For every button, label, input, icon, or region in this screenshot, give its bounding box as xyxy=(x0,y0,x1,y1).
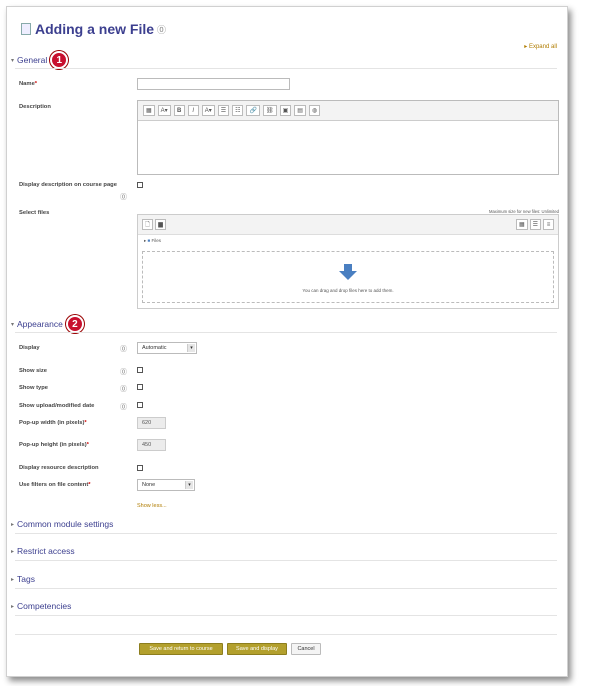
save-display-button[interactable]: Save and display xyxy=(227,643,287,655)
page-title: Adding a new File ⓪ xyxy=(21,21,166,37)
name-input[interactable] xyxy=(137,78,290,90)
image-button[interactable]: ▣ xyxy=(279,105,292,116)
text-color-button[interactable]: A▾ xyxy=(201,105,215,116)
chevron-right-icon: ▸ xyxy=(11,521,15,528)
select-files-label: Select files xyxy=(19,210,50,216)
help-icon[interactable]: ⓪ xyxy=(120,384,127,394)
arrow-down-icon xyxy=(339,264,357,280)
toolbar-toggle-button[interactable]: ▦ xyxy=(143,105,155,116)
help-icon[interactable]: ⓪ xyxy=(120,344,127,354)
link-button[interactable]: 🔗 xyxy=(246,105,260,116)
chevron-right-icon: ▸ xyxy=(11,548,15,555)
show-type-label: Show type xyxy=(19,385,48,391)
chevron-down-icon: ▾ xyxy=(11,57,15,64)
chevron-right-icon: ▸ xyxy=(11,603,15,610)
manage-files-button[interactable]: ◍ xyxy=(308,105,321,116)
description-label: Description xyxy=(19,104,51,110)
show-date-checkbox[interactable] xyxy=(137,402,143,408)
folder-icon: ■ xyxy=(147,238,151,243)
help-icon[interactable]: ⓪ xyxy=(120,192,127,202)
display-description-checkbox[interactable] xyxy=(137,182,143,188)
section-common-module-settings[interactable]: ▸ Common module settings xyxy=(11,519,113,529)
filters-select[interactable]: None ▾ xyxy=(137,479,195,491)
help-icon[interactable]: ⓪ xyxy=(120,402,127,412)
drop-zone-text: You can drag and drop files here to add … xyxy=(302,288,394,293)
divider xyxy=(15,615,557,616)
file-icon xyxy=(21,23,31,35)
file-picker-toolbar: 🗋 ▆ ▦ ☰ ≡ xyxy=(138,215,558,235)
display-description-label: Display description on course page xyxy=(19,182,117,188)
section-appearance[interactable]: ▾ Appearance 2 xyxy=(11,315,84,333)
divider xyxy=(15,634,557,635)
section-competencies[interactable]: ▸ Competencies xyxy=(11,601,71,611)
step-badge-2: 2 xyxy=(65,315,84,333)
chevron-down-icon: ▾ xyxy=(185,481,193,489)
popup-width-input[interactable]: 620 xyxy=(137,417,166,429)
bullet-list-button[interactable]: ☰ xyxy=(217,105,230,116)
font-style-button[interactable]: A▾ xyxy=(157,105,171,116)
description-editor[interactable]: ▦ A▾ B I A▾ ☰ ☷ 🔗 ⛓ ▣ ▤ ◍ xyxy=(137,100,559,175)
section-general[interactable]: ▾ General 1 xyxy=(11,51,69,69)
popup-height-input[interactable]: 450 xyxy=(137,439,166,451)
popup-width-label: Pop-up width (in pixels)* xyxy=(19,420,87,426)
show-date-label: Show upload/modified date xyxy=(19,403,95,409)
popup-height-label: Pop-up height (in pixels)* xyxy=(19,442,89,448)
file-picker: 🗋 ▆ ▦ ☰ ≡ ▸ ■ Files You can drag and dro… xyxy=(137,214,559,309)
editor-toolbar: ▦ A▾ B I A▾ ☰ ☷ 🔗 ⛓ ▣ ▤ ◍ xyxy=(138,101,558,121)
section-restrict-access[interactable]: ▸ Restrict access xyxy=(11,546,75,556)
numbered-list-button[interactable]: ☷ xyxy=(232,105,244,116)
filters-label: Use filters on file content* xyxy=(19,482,91,488)
create-folder-icon[interactable]: ▆ xyxy=(155,219,166,230)
chevron-down-icon: ▾ xyxy=(11,321,15,328)
show-size-checkbox[interactable] xyxy=(137,367,143,373)
display-resource-desc-label: Display resource description xyxy=(19,465,99,471)
cancel-button[interactable]: Cancel xyxy=(291,643,321,655)
bold-button[interactable]: B xyxy=(173,105,185,116)
show-less-link[interactable]: Show less... xyxy=(137,503,167,509)
expand-all-link[interactable]: ▸ Expand all xyxy=(524,43,557,50)
form-window: Adding a new File ⓪ ▸ Expand all ▾ Gener… xyxy=(6,6,568,677)
display-resource-desc-checkbox[interactable] xyxy=(137,465,143,471)
name-label: Name* xyxy=(19,81,38,87)
save-return-button[interactable]: Save and return to course xyxy=(139,643,223,655)
show-type-checkbox[interactable] xyxy=(137,384,143,390)
breadcrumb: ▸ ■ Files xyxy=(144,238,162,243)
divider xyxy=(15,533,557,534)
tree-view-icon[interactable]: ≡ xyxy=(543,219,554,230)
section-tags[interactable]: ▸ Tags xyxy=(11,574,35,584)
divider xyxy=(15,332,557,333)
display-label: Display xyxy=(19,345,40,351)
chevron-right-icon: ▸ xyxy=(11,576,15,583)
divider xyxy=(15,588,557,589)
divider xyxy=(15,68,557,69)
step-badge-1: 1 xyxy=(50,51,69,69)
help-icon[interactable]: ⓪ xyxy=(157,23,166,36)
help-icon[interactable]: ⓪ xyxy=(120,367,127,377)
unlink-button[interactable]: ⛓ xyxy=(262,105,277,116)
add-file-icon[interactable]: 🗋 xyxy=(142,219,153,230)
list-view-icon[interactable]: ☰ xyxy=(529,219,541,230)
italic-button[interactable]: I xyxy=(187,105,199,116)
media-button[interactable]: ▤ xyxy=(294,105,306,116)
file-drop-zone[interactable]: You can drag and drop files here to add … xyxy=(142,251,554,303)
chevron-down-icon: ▾ xyxy=(187,344,195,352)
show-size-label: Show size xyxy=(19,368,48,374)
display-select[interactable]: Automatic ▾ xyxy=(137,342,197,354)
divider xyxy=(15,560,557,561)
icon-view-icon[interactable]: ▦ xyxy=(515,219,528,230)
